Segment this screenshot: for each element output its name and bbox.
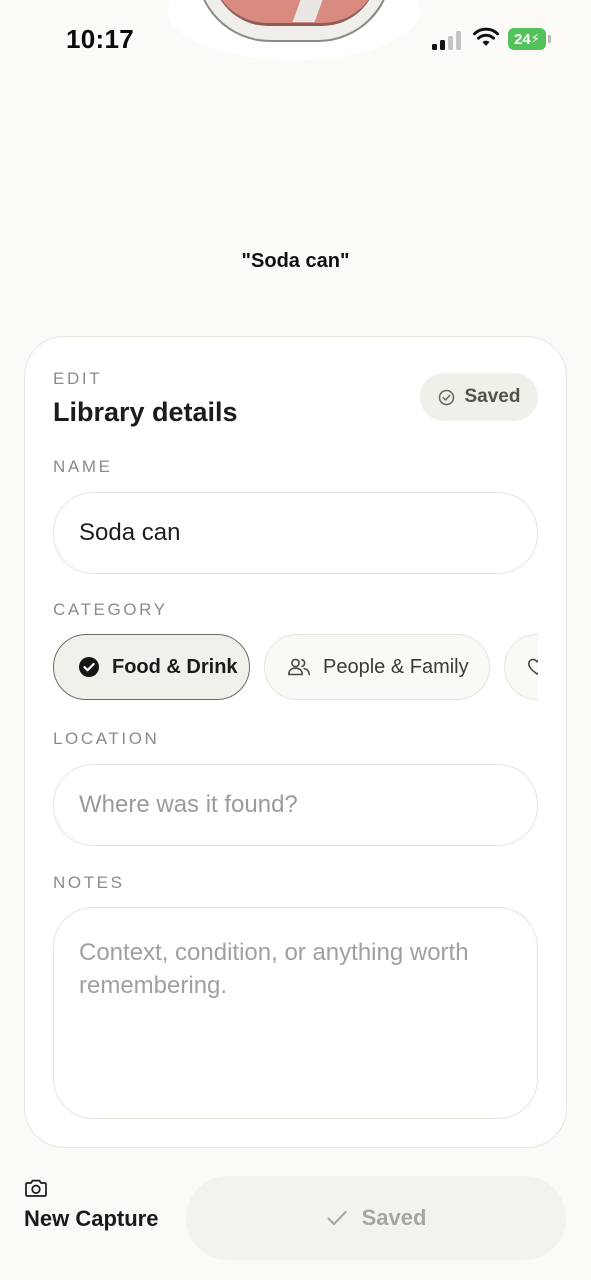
category-chip-more[interactable] <box>504 634 538 700</box>
card-title: Library details <box>53 397 238 427</box>
people-icon <box>288 658 310 676</box>
notes-label: NOTES <box>53 873 125 892</box>
category-chip-food-drink[interactable]: Food & Drink <box>53 634 250 700</box>
library-details-card: EDIT Library details Saved NAME Soda can… <box>24 336 567 1148</box>
new-capture-label: New Capture <box>24 1206 159 1231</box>
check-circle-outline-icon <box>438 389 454 405</box>
name-label: NAME <box>53 457 113 476</box>
status-bar: 10:17 24 ⚡ <box>0 0 591 80</box>
location-placeholder: Where was it found? <box>79 791 298 818</box>
category-chip-people-family[interactable]: People & Family <box>264 634 490 700</box>
checkmark-icon <box>327 1211 347 1225</box>
cellular-signal-icon <box>432 30 464 50</box>
status-time: 10:17 <box>66 24 134 54</box>
wifi-icon <box>473 27 499 46</box>
battery-indicator: 24 ⚡ <box>508 28 551 50</box>
saved-status-badge: Saved <box>420 373 538 421</box>
saved-badge-label: Saved <box>464 386 521 407</box>
notes-textarea[interactable]: Context, condition, or anything worth re… <box>53 907 538 1119</box>
save-button-label: Saved <box>361 1205 427 1230</box>
save-button[interactable]: Saved <box>186 1176 566 1260</box>
category-chip-label: Food & Drink <box>112 655 238 678</box>
camera-icon <box>25 1179 47 1197</box>
name-input[interactable]: Soda can <box>53 492 538 574</box>
category-chip-label: People & Family <box>323 655 469 678</box>
category-label: CATEGORY <box>53 600 168 619</box>
category-chip-list[interactable]: Food & Drink People & Family <box>53 634 538 702</box>
card-eyebrow: EDIT <box>53 369 103 388</box>
heart-icon <box>528 658 538 675</box>
check-circle-icon <box>79 657 99 677</box>
location-label: LOCATION <box>53 729 160 748</box>
new-capture-button[interactable]: New Capture <box>24 1178 184 1238</box>
notes-placeholder: Context, condition, or anything worth re… <box>79 939 469 999</box>
name-input-value: Soda can <box>79 519 181 546</box>
capture-caption: "Soda can" <box>241 250 350 272</box>
battery-level: 24 <box>514 30 531 48</box>
location-input[interactable]: Where was it found? <box>53 764 538 846</box>
